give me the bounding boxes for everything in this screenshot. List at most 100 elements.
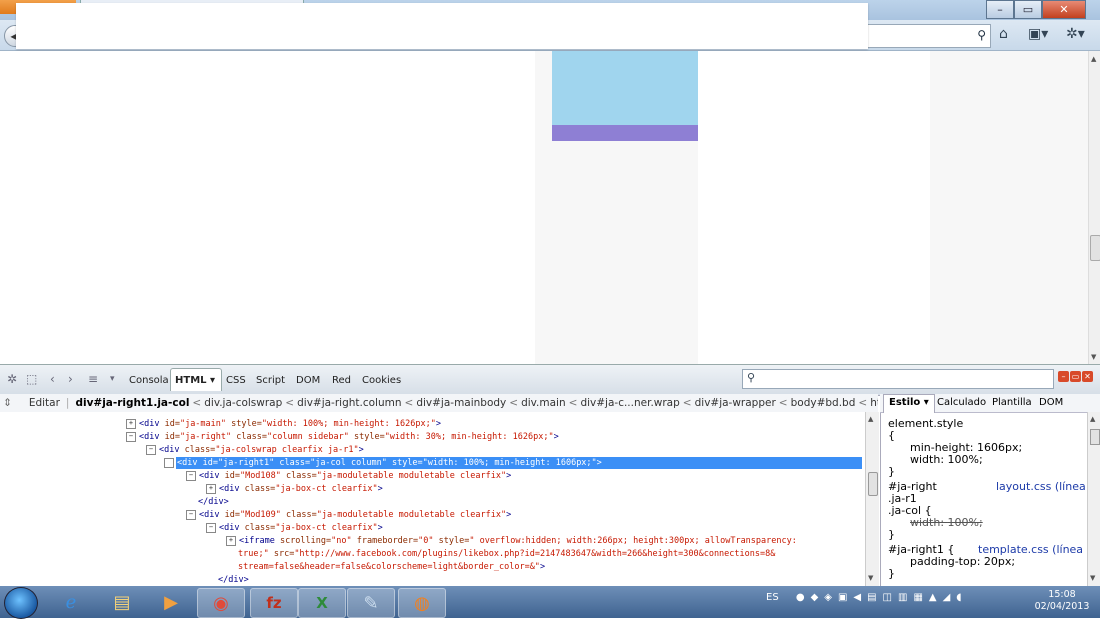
html-node-row[interactable]: + <div class="ja-box-ct clearfix"> [206,483,383,495]
close-button[interactable]: ✕ [1042,0,1086,19]
collapse-icon[interactable]: − [126,431,136,442]
collapse-icon[interactable]: − [146,444,156,455]
html-node-row[interactable]: − <div class="ja-colswrap clearfix ja-r1"… [146,444,364,456]
html-node-row[interactable]: − <div id="ja-right" class="column sideba… [126,431,559,443]
bookmarks-icon[interactable]: ▣▾ [1028,26,1048,42]
tab-script[interactable]: Script [256,375,285,386]
scroll-down-icon[interactable]: ▼ [1090,574,1095,582]
tab-plantilla[interactable]: Plantilla [992,397,1032,408]
scrollbar-thumb[interactable] [1090,429,1100,445]
scroll-down-icon[interactable]: ▼ [1091,353,1096,361]
scroll-up-icon[interactable]: ▲ [1091,55,1096,63]
breadcrumb-item[interactable]: div#ja-wrapper [695,397,776,409]
html-val: "width: 30%; min-height: 1626px;" [384,432,554,442]
breadcrumb-item[interactable]: div#ja-right.column [297,397,401,409]
excel-icon[interactable]: X [298,588,346,618]
html-tree-panel: + <div id="ja-main" style="width: 100%; m… [0,412,865,586]
tab-dom[interactable]: DOM [296,375,320,386]
maximize-button[interactable]: ▭ [1014,0,1042,19]
html-tag: > [358,445,364,455]
ie-icon[interactable]: ℯ [48,588,94,616]
scrollbar-thumb[interactable] [1090,235,1100,261]
back-arrow-icon[interactable]: ‹ [50,372,55,386]
html-node-row[interactable]: − <div id="Mod109" class="ja-moduletable … [186,509,511,521]
tab-estilo[interactable]: Estilo ▾ [883,394,935,413]
expand-icon[interactable]: + [226,535,236,546]
html-node-row[interactable]: true;" src="http://www.facebook.com/plug… [238,548,775,560]
collapse-icon[interactable]: − [206,522,216,533]
html-node-row[interactable]: − <div id="Mod108" class="ja-moduletable … [186,470,511,482]
page-scrollbar[interactable]: ▲ ▼ [1088,51,1100,364]
css-source-link[interactable]: layout.css (línea 81) [996,481,1100,493]
tab-consola[interactable]: Consola [129,375,169,386]
firebug-menu-icon[interactable]: ✲ [7,372,17,386]
tab-dom-style[interactable]: DOM [1039,397,1063,408]
css-property[interactable]: width: 100%; [910,454,983,466]
html-node-row[interactable]: </div> [218,574,249,586]
clock[interactable]: 15:08 02/04/2013 [1032,589,1092,613]
chrome-icon[interactable]: ◉ [197,588,245,618]
window-controls: – ▭ ✕ [986,0,1086,19]
start-button[interactable] [4,587,38,619]
inspect-icon[interactable]: ⬚ [26,372,37,386]
collapse-icon[interactable]: − [164,457,174,468]
clock-date: 02/04/2013 [1034,601,1090,612]
list-icon[interactable]: ≡ [88,372,98,386]
minimize-button[interactable]: – [986,0,1014,19]
tray-icons[interactable]: ●◆◈▣◀▤◫▥▦▲◢◖ [796,592,968,603]
breadcrumb-item[interactable]: div.ja-colswrap [204,397,282,409]
html-node-row[interactable]: + <div id="ja-main" style="width: 100%; m… [126,418,441,430]
firebug-icon[interactable]: ✲▾ [1066,26,1085,42]
breadcrumb-item[interactable]: body#bd.bd [791,397,856,409]
expand-icon[interactable]: ⇕ [3,397,12,409]
html-attr: class= [244,484,276,494]
html-panel-scrollbar[interactable]: ▲ ▼ [865,412,879,586]
minimize-panel-icon[interactable]: – [1058,371,1069,382]
html-node-row[interactable]: stream=false&header=false&colorscheme=li… [238,561,545,573]
breadcrumb-item[interactable]: div#ja-right1.ja-col [75,397,189,409]
scrollbar-thumb[interactable] [868,472,878,496]
forward-arrow-icon[interactable]: › [68,372,73,386]
html-node-row[interactable]: + <iframe scrolling="no" frameborder="0" … [226,535,797,547]
search-icon: ⚲ [747,371,756,384]
style-panel-scrollbar[interactable]: ▲ ▼ [1087,412,1100,586]
html-tag: > [377,523,383,533]
filezilla-icon[interactable]: fz [250,588,298,618]
collapse-icon[interactable]: − [186,470,196,481]
scroll-up-icon[interactable]: ▲ [1090,415,1095,423]
media-player-icon[interactable]: ▶ [148,588,194,616]
tab-calculado[interactable]: Calculado [937,397,986,408]
tab-cookies[interactable]: Cookies [362,375,401,386]
firebug-search-input[interactable]: ⚲ [742,369,1054,389]
html-node-row[interactable]: − <div class="ja-box-ct clearfix"> [206,522,383,534]
scroll-down-icon[interactable]: ▼ [868,574,873,582]
highlighted-element-padding [552,125,698,141]
selected-html-node[interactable]: − <div id="ja-right1" class="ja-col colum… [164,457,862,469]
panel-dropdown-icon[interactable]: ▾ [110,374,115,384]
detach-panel-icon[interactable]: ▭ [1070,371,1081,382]
firefox-icon[interactable]: ◍ [398,588,446,618]
tab-css[interactable]: CSS [226,375,246,386]
html-node-row[interactable]: </div> [198,496,229,508]
breadcrumb-item[interactable]: div#ja-mainbody [416,397,506,409]
breadcrumb-item[interactable]: div.main [521,397,566,409]
breadcrumb-item[interactable]: html [870,397,878,409]
css-property[interactable]: padding-top: 20px; [910,556,1015,568]
home-icon[interactable]: ⌂ [999,26,1008,42]
collapse-icon[interactable]: − [186,509,196,520]
tab-red[interactable]: Red [332,375,351,386]
scroll-up-icon[interactable]: ▲ [868,415,873,423]
html-tag: > [435,419,441,429]
notepad-icon[interactable]: ✎ [347,588,395,618]
explorer-icon[interactable]: ▤ [99,588,145,616]
expand-icon[interactable]: + [206,483,216,494]
html-tag: </div> [218,575,249,585]
css-overridden-property[interactable]: width: 100%; [910,517,983,529]
expand-icon[interactable]: + [126,418,136,429]
close-panel-icon[interactable]: ✕ [1082,371,1093,382]
tab-html-label[interactable]: HTML ▾ [175,375,215,386]
breadcrumb-item[interactable]: div#ja-c...ner.wrap [580,397,679,409]
edit-button[interactable]: Editar [29,397,60,409]
language-indicator[interactable]: ES [766,592,779,603]
search-field[interactable]: ⚲ [868,24,991,48]
